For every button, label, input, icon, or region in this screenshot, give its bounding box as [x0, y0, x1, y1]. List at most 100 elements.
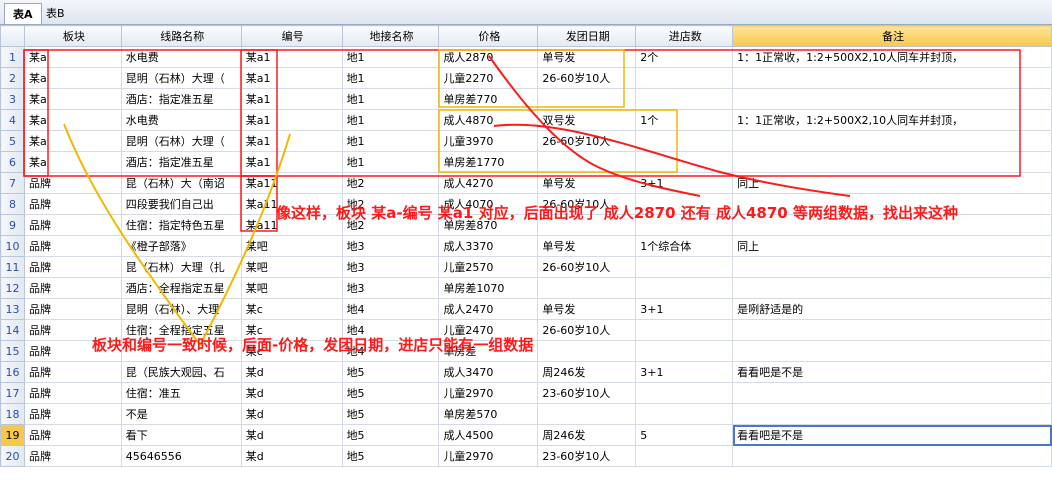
cell-local-agency[interactable]: 地1	[341, 130, 440, 152]
cell-store-visits[interactable]: 1个	[635, 109, 734, 131]
cell-store-visits[interactable]	[635, 130, 734, 152]
row-header[interactable]: 2	[0, 67, 25, 89]
cell-price[interactable]: 儿童3970	[438, 130, 539, 152]
cell-store-visits[interactable]: 3+1	[635, 172, 734, 194]
cell-departure-date[interactable]: 23-60岁10人	[537, 445, 637, 467]
cell-store-visits[interactable]	[635, 256, 734, 278]
row-header[interactable]: 7	[0, 172, 25, 194]
cell-departure-date[interactable]: 26-60岁10人	[537, 130, 637, 152]
select-all-corner[interactable]	[0, 25, 25, 47]
row-header[interactable]: 11	[0, 256, 25, 278]
cell-remarks[interactable]: 看看吧是不是	[732, 361, 1052, 383]
cell-departure-date[interactable]: 单号发	[537, 46, 637, 68]
cell-local-agency[interactable]: 地5	[341, 445, 440, 467]
cell-local-agency[interactable]: 地3	[341, 277, 440, 299]
cell-departure-date[interactable]: 周246发	[537, 424, 637, 446]
cell-route-name[interactable]: 住宿：指定特色五星	[120, 214, 242, 236]
row-header[interactable]: 5	[0, 130, 25, 152]
cell-code[interactable]: 某c	[240, 298, 343, 320]
cell-local-agency[interactable]: 地5	[341, 382, 440, 404]
cell-code[interactable]: 某吧	[240, 235, 343, 257]
cell-local-agency[interactable]: 地1	[341, 151, 440, 173]
cell-route-name[interactable]: 酒店：指定准五星	[120, 88, 242, 110]
cell-store-visits[interactable]: 5	[635, 424, 734, 446]
cell-local-agency[interactable]: 地5	[341, 403, 440, 425]
cell-route-name[interactable]: 昆（民族大观园、石	[120, 361, 242, 383]
row-header[interactable]: 6	[0, 151, 25, 173]
column-header[interactable]: 价格	[438, 25, 539, 47]
cell-local-agency[interactable]: 地2	[341, 172, 440, 194]
cell-block[interactable]: 品牌	[23, 361, 122, 383]
cell-departure-date[interactable]: 双号发	[537, 109, 637, 131]
cell-block[interactable]: 品牌	[23, 445, 122, 467]
cell-store-visits[interactable]	[635, 319, 734, 341]
cell-local-agency[interactable]: 地1	[341, 67, 440, 89]
cell-route-name[interactable]: 四段要我们自己出	[120, 193, 242, 215]
cell-price[interactable]: 成人2870	[438, 46, 539, 68]
cell-store-visits[interactable]	[635, 151, 734, 173]
column-header[interactable]: 备注	[732, 25, 1052, 47]
cell-block[interactable]: 品牌	[23, 214, 122, 236]
cell-block[interactable]: 品牌	[23, 424, 122, 446]
cell-price[interactable]: 成人4500	[438, 424, 539, 446]
cell-price[interactable]: 单房差1070	[438, 277, 539, 299]
column-header[interactable]: 发团日期	[537, 25, 637, 47]
cell-block[interactable]: 品牌	[23, 277, 122, 299]
cell-departure-date[interactable]: 26-60岁10人	[537, 319, 637, 341]
cell-code[interactable]: 某a1	[240, 46, 343, 68]
cell-store-visits[interactable]	[635, 340, 734, 362]
cell-price[interactable]: 单房差770	[438, 88, 539, 110]
cell-remarks[interactable]	[732, 340, 1052, 362]
cell-departure-date[interactable]: 单号发	[537, 235, 637, 257]
cell-code[interactable]: 某d	[240, 424, 343, 446]
cell-local-agency[interactable]: 地3	[341, 256, 440, 278]
cell-block[interactable]: 品牌	[23, 403, 122, 425]
cell-store-visits[interactable]	[635, 88, 734, 110]
cell-remarks[interactable]: 1：1正常收，1:2+500X2,10人同车并封顶，	[732, 109, 1052, 131]
cell-store-visits[interactable]: 2个	[635, 46, 734, 68]
cell-code[interactable]: 某a1	[240, 88, 343, 110]
row-header[interactable]: 20	[0, 445, 25, 467]
cell-remarks[interactable]	[732, 445, 1052, 467]
cell-price[interactable]: 儿童2970	[438, 445, 539, 467]
row-header[interactable]: 9	[0, 214, 25, 236]
cell-block[interactable]: 某a	[23, 109, 122, 131]
row-header[interactable]: 12	[0, 277, 25, 299]
cell-price[interactable]: 成人3470	[438, 361, 539, 383]
cell-remarks[interactable]	[732, 319, 1052, 341]
cell-remarks[interactable]	[732, 277, 1052, 299]
cell-code[interactable]: 某d	[240, 403, 343, 425]
cell-departure-date[interactable]	[537, 403, 637, 425]
cell-code[interactable]: 某d	[240, 361, 343, 383]
column-header[interactable]: 进店数	[635, 25, 734, 47]
row-header[interactable]: 16	[0, 361, 25, 383]
cell-store-visits[interactable]	[635, 445, 734, 467]
cell-code[interactable]: 某a1	[240, 151, 343, 173]
cell-price[interactable]: 单房差1770	[438, 151, 539, 173]
cell-code[interactable]: 某d	[240, 382, 343, 404]
cell-route-name[interactable]: 水电费	[120, 46, 242, 68]
cell-route-name[interactable]: 水电费	[120, 109, 242, 131]
cell-block[interactable]: 某a	[23, 67, 122, 89]
cell-block[interactable]: 某a	[23, 130, 122, 152]
cell-price[interactable]: 单房差570	[438, 403, 539, 425]
column-header[interactable]: 线路名称	[120, 25, 242, 47]
row-header[interactable]: 14	[0, 319, 25, 341]
row-header[interactable]: 10	[0, 235, 25, 257]
cell-remarks[interactable]: 同上	[732, 172, 1052, 194]
cell-local-agency[interactable]: 地1	[341, 88, 440, 110]
cell-departure-date[interactable]	[537, 340, 637, 362]
cell-price[interactable]: 儿童2270	[438, 67, 539, 89]
cell-route-name[interactable]: 住宿：准五	[120, 382, 242, 404]
cell-code[interactable]: 某a11	[240, 172, 343, 194]
cell-block[interactable]: 品牌	[23, 172, 122, 194]
cell-local-agency[interactable]: 地1	[341, 109, 440, 131]
cell-departure-date[interactable]: 26-60岁10人	[537, 67, 637, 89]
cell-departure-date[interactable]	[537, 151, 637, 173]
cell-remarks[interactable]	[732, 382, 1052, 404]
row-header[interactable]: 15	[0, 340, 25, 362]
cell-code[interactable]: 某a1	[240, 130, 343, 152]
cell-block[interactable]: 某a	[23, 151, 122, 173]
cell-code[interactable]: 某a1	[240, 67, 343, 89]
cell-block[interactable]: 品牌	[23, 256, 122, 278]
